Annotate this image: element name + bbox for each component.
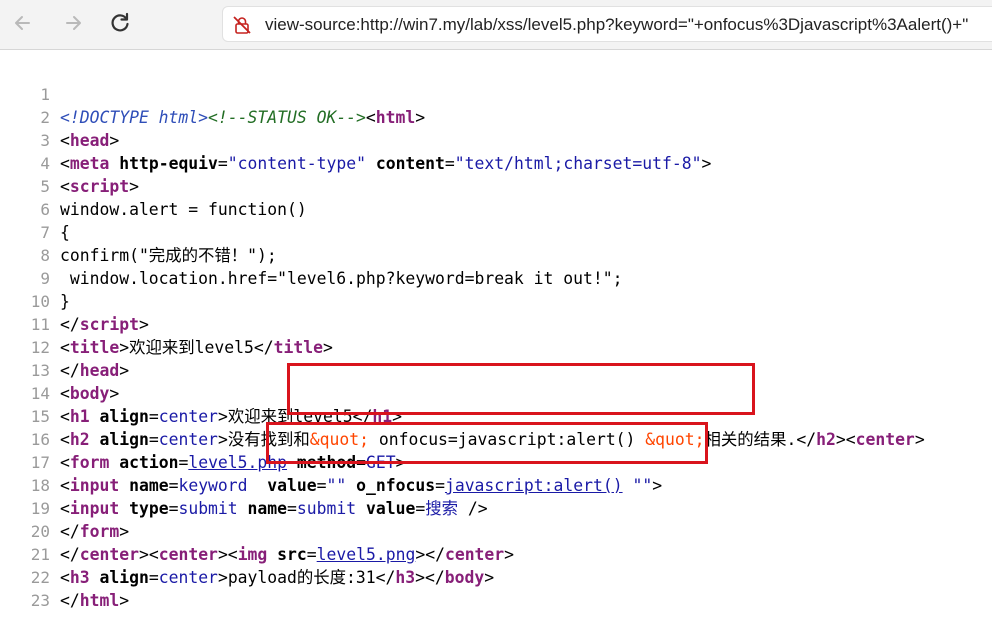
- source-line: 15 <h2 align=center>没有找到和&quot; onfocus=…: [0, 382, 992, 449]
- source-line: 23: [0, 566, 992, 610]
- forward-button[interactable]: [60, 9, 88, 37]
- forward-arrow-icon: [66, 16, 81, 30]
- url-text[interactable]: view-source:http://win7.my/lab/xss/level…: [265, 15, 968, 35]
- insecure-lock-icon[interactable]: [233, 16, 251, 34]
- source-line: 2 <head>: [0, 83, 992, 150]
- source-line: 6 {: [0, 175, 992, 242]
- source-line: 7 confirm("完成的不错！");: [0, 198, 992, 265]
- source-line: 13 <body>: [0, 336, 992, 403]
- source-line: 22 </html>: [0, 543, 992, 610]
- source-view: 1 <!DOCTYPE html><!--STATUS OK--><html> …: [0, 60, 992, 610]
- source-line: 19 </form>: [0, 474, 992, 541]
- source-line: 14 <h1 align=center>欢迎来到level5</h1>: [0, 359, 992, 426]
- reload-button[interactable]: [106, 9, 134, 37]
- source-line: 16 <form action=level5.php method=GET>: [0, 405, 992, 472]
- tag-name: html: [79, 591, 120, 610]
- source-line: 20 </center><center><img src=level5.png>…: [0, 497, 992, 564]
- source-line: 11 <title>欢迎来到level5</title>: [0, 290, 992, 357]
- source-line: 5 window.alert = function(): [0, 152, 992, 219]
- browser-toolbar: view-source:http://win7.my/lab/xss/level…: [0, 0, 992, 50]
- back-button[interactable]: [8, 9, 36, 37]
- source-line: 1 <!DOCTYPE html><!--STATUS OK--><html>: [0, 60, 992, 127]
- reload-icon: [111, 12, 129, 32]
- source-line: 21 <h3 align=center>payload的长度:31</h3></…: [0, 520, 992, 587]
- source-line: 17 <input name=keyword value="" o_nfocus…: [0, 428, 992, 495]
- source-line: 12 </head>: [0, 313, 992, 380]
- source-line: 10 </script>: [0, 267, 992, 334]
- address-bar[interactable]: view-source:http://win7.my/lab/xss/level…: [222, 6, 992, 42]
- source-line: 9 }: [0, 244, 992, 311]
- line-number: 23: [30, 591, 50, 610]
- source-line: 4 <script>: [0, 129, 992, 196]
- back-arrow-icon: [15, 16, 30, 30]
- source-line: 8 window.location.href="level6.php?keywo…: [0, 221, 992, 288]
- source-line: 18 <input type=submit name=submit value=…: [0, 451, 992, 518]
- source-line: 3 <meta http-equiv="content-type" conten…: [0, 106, 992, 173]
